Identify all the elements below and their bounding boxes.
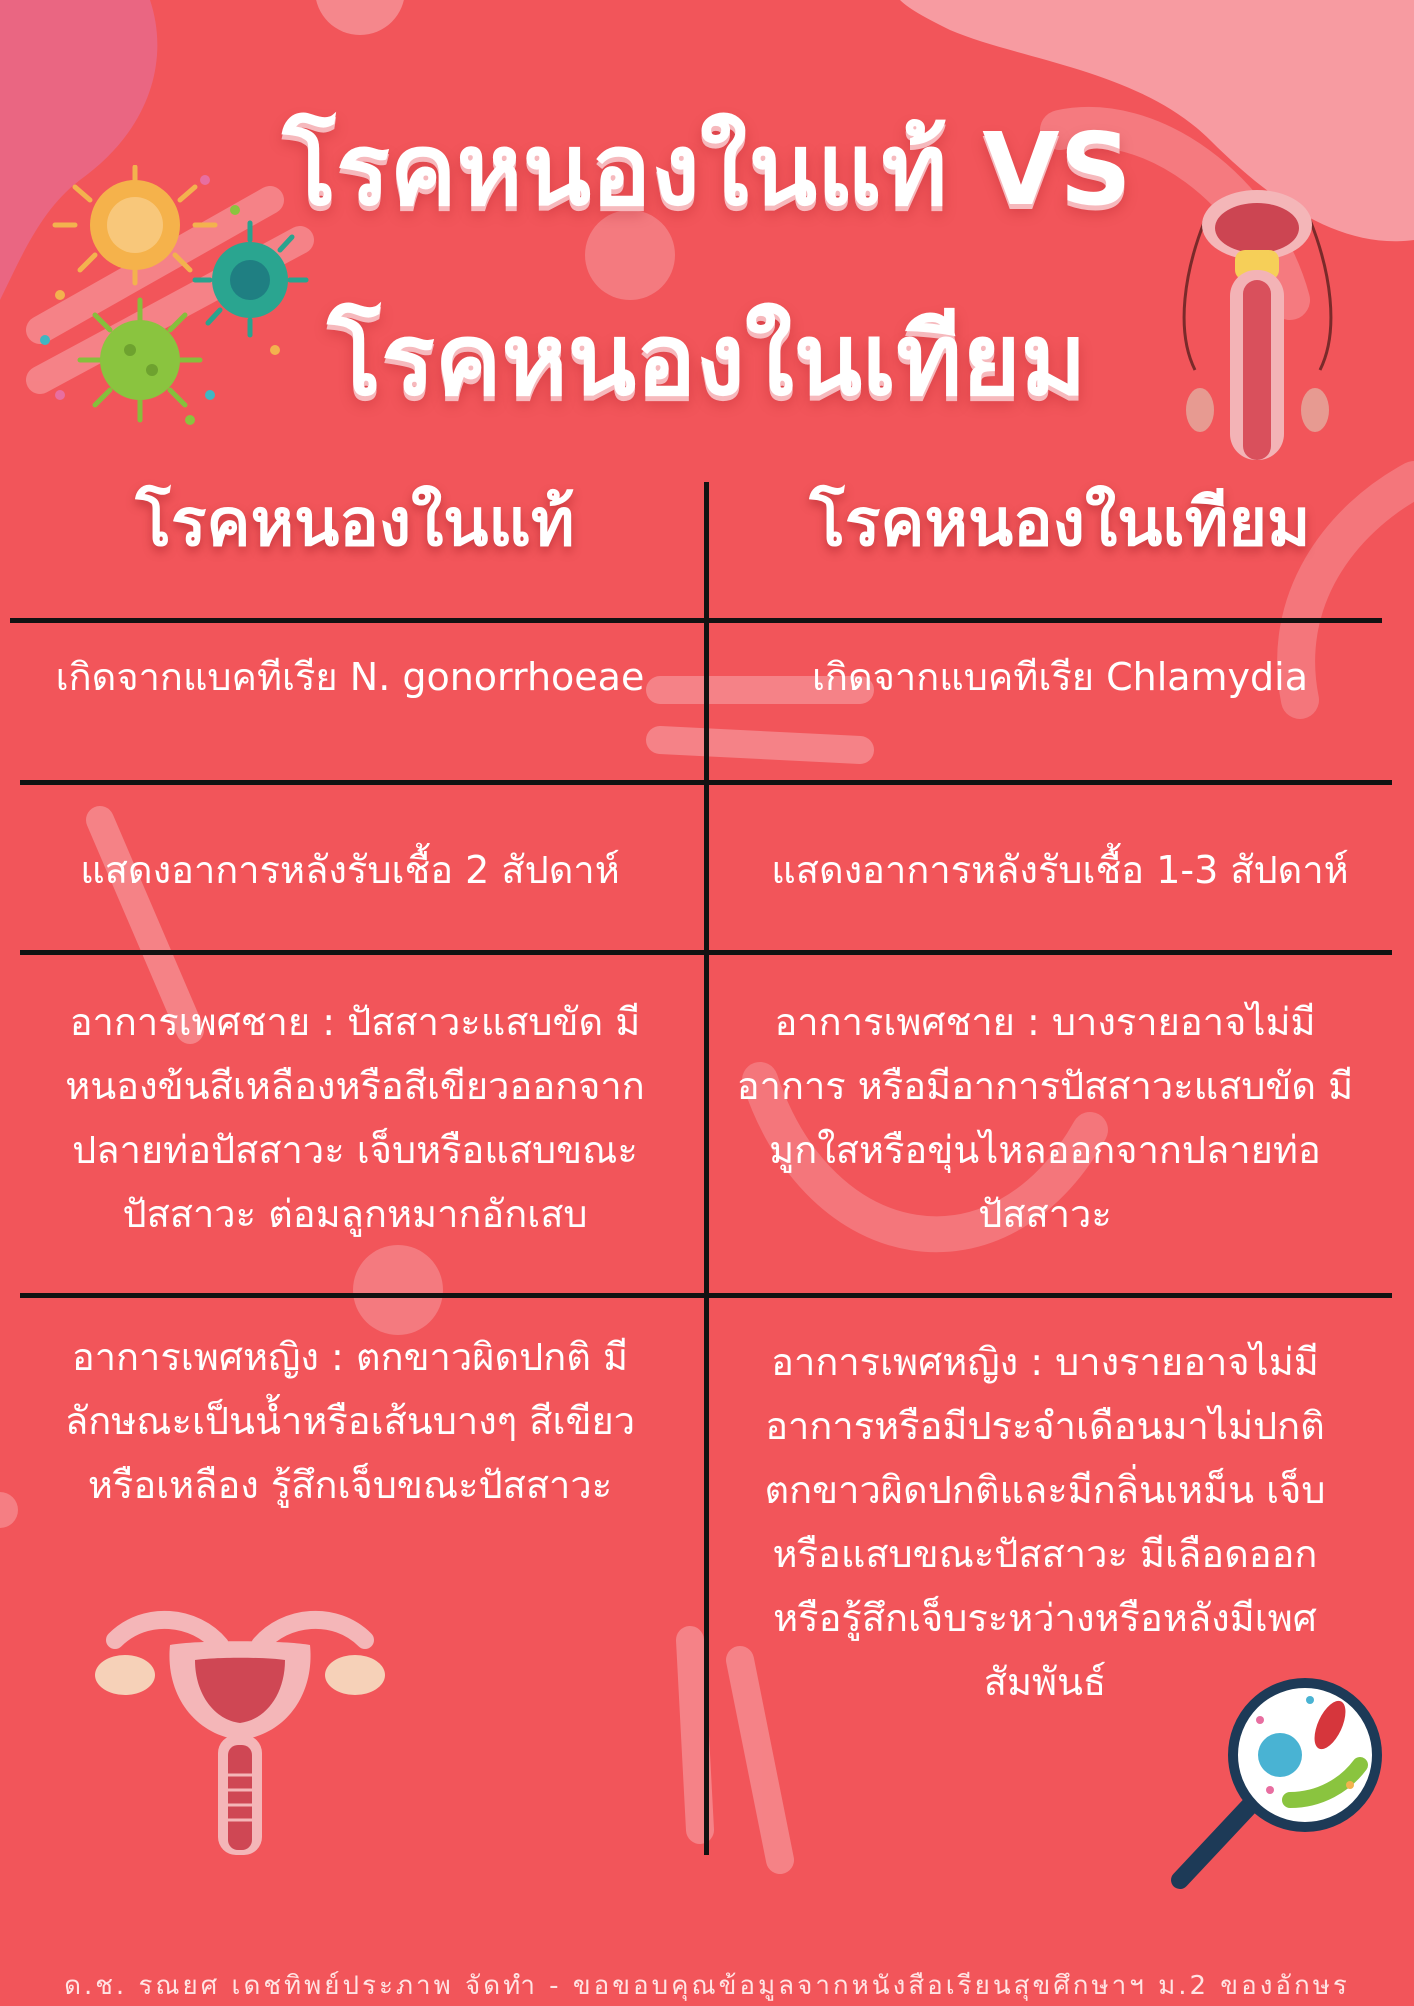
table-cell-onset-chlamydia: แสดงอาการหลังรับเชื้อ 1-3 สัปดาห์	[771, 848, 1349, 892]
column-header-gonorrhea: โรคหนองในแท้	[135, 484, 575, 561]
female-reproductive-icon	[95, 1611, 385, 1855]
page-title-line2: โรคหนองในเทียม	[327, 301, 1087, 418]
table-cell-cause-gonorrhea: เกิดจากแบคทีเรีย N. gonorrhoeae	[55, 655, 645, 699]
column-header-chlamydia: โรคหนองในเทียม	[809, 484, 1311, 561]
page-title-line1: โรคหนองในแท้ VS	[282, 111, 1132, 228]
row-divider	[20, 1293, 1392, 1298]
table-cell-male-symptoms-gonorrhea: อาการเพศชาย : ปัสสาวะแสบขัด มีหนองข้นสีเ…	[65, 1000, 645, 1236]
table-cell-female-symptoms-chlamydia: อาการเพศหญิง : บางรายอาจไม่มีอาการหรือมี…	[764, 1340, 1326, 1704]
table-cell-female-symptoms-gonorrhea: อาการเพศหญิง : ตกขาวผิดปกติ มีลักษณะเป็น…	[64, 1335, 636, 1507]
column-divider	[704, 482, 709, 1855]
table-cell-onset-gonorrhea: แสดงอาการหลังรับเชื้อ 2 สัปดาห์	[80, 848, 620, 892]
table-cell-cause-chlamydia: เกิดจากแบคทีเรีย Chlamydia	[811, 655, 1309, 699]
row-divider	[20, 780, 1392, 785]
row-divider	[10, 618, 1382, 623]
table-cell-male-symptoms-chlamydia: อาการเพศชาย : บางรายอาจไม่มีอาการ หรือมี…	[736, 1000, 1354, 1236]
row-divider	[20, 950, 1392, 955]
